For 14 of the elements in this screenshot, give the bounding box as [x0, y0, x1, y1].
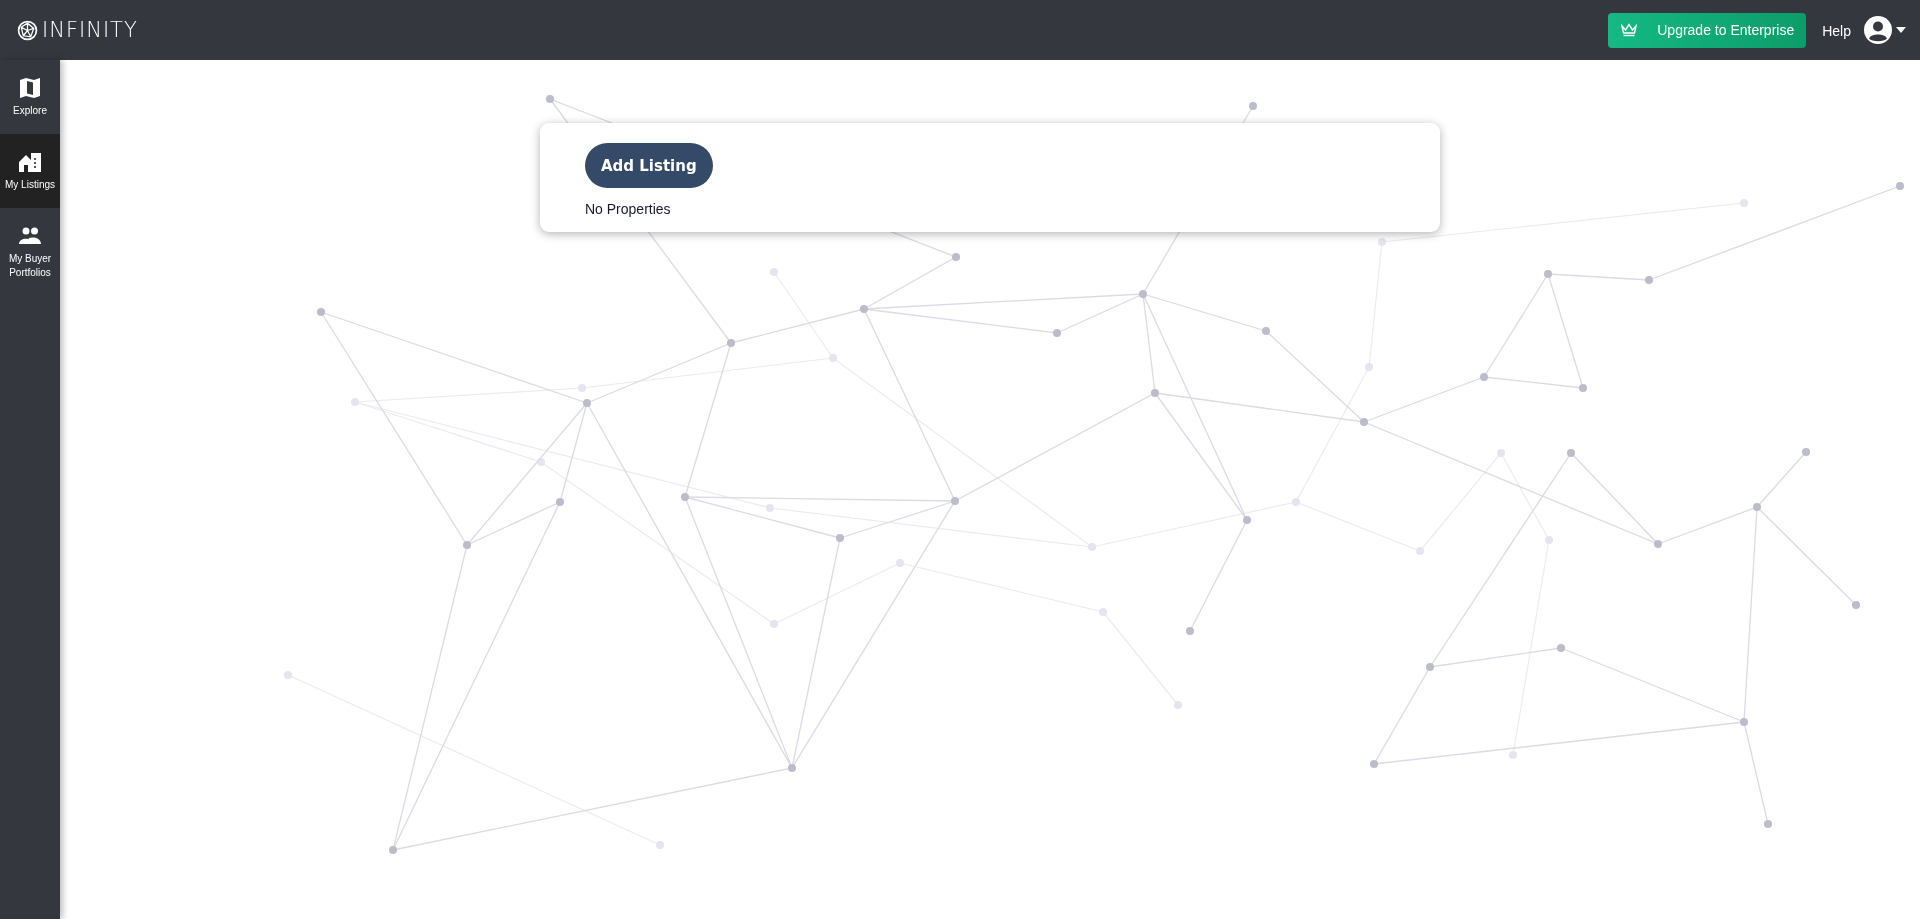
user-menu-button[interactable]: [1864, 16, 1906, 44]
add-listing-button[interactable]: Add Listing: [585, 143, 713, 188]
logo-icon: [17, 19, 38, 41]
sidebar-item[interactable]: Explore: [0, 60, 60, 134]
logo-text: INFINITY: [42, 18, 138, 42]
sidebar-item[interactable]: My Buyer Portfolios: [0, 208, 60, 298]
caret-icon: [1896, 27, 1906, 33]
crown-icon: [1621, 23, 1638, 37]
map-icon: [18, 76, 42, 100]
user-avatar-icon: [1864, 16, 1892, 44]
sidebar-item[interactable]: My Listings: [0, 134, 60, 208]
help-link[interactable]: Help: [1822, 23, 1851, 39]
empty-message: No Properties: [585, 201, 672, 217]
house-icon: [18, 150, 42, 174]
